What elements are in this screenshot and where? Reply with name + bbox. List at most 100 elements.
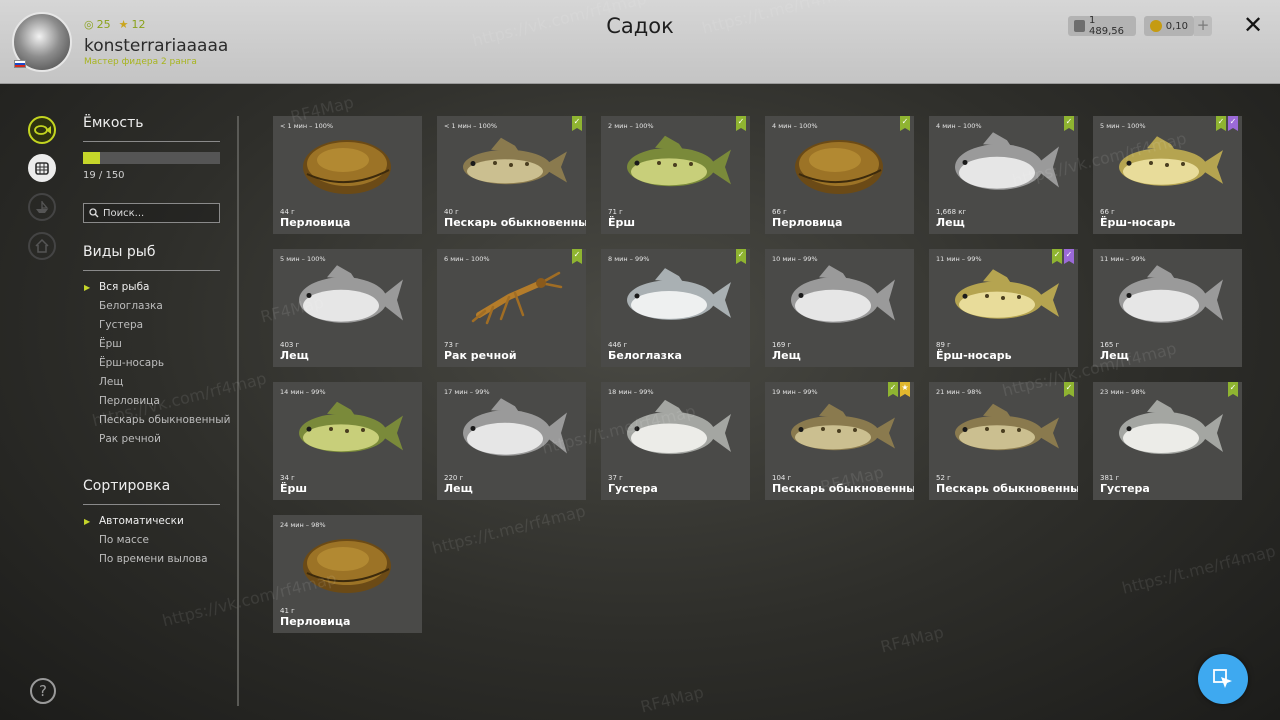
fish-weight: 89 г (936, 341, 951, 349)
species-filter-item[interactable]: Густера (99, 316, 230, 335)
fish-name: Ёрш (280, 482, 308, 495)
fish-image (463, 398, 567, 456)
green-badge-icon: ✓ (888, 382, 898, 397)
fish-card[interactable]: 5 мин – 100% 403 г Лещ (273, 249, 422, 367)
catch-time: 4 мин – 100% (772, 122, 818, 130)
fish-name: Рак речной (444, 349, 517, 362)
fish-name: Ёрш-носарь (1100, 216, 1176, 229)
fish-card[interactable]: 19 мин – 99% ✓ ★ 104 г Пескарь обыкновенный (765, 382, 914, 500)
fish-weight: 73 г (444, 341, 459, 349)
species-filter-item[interactable]: Перловица (99, 392, 230, 411)
fish-name: Лещ (280, 349, 309, 362)
add-gold-button[interactable]: + (1194, 16, 1212, 36)
fish-weight: 66 г (772, 208, 787, 216)
search-placeholder: Поиск... (103, 207, 145, 219)
fish-name: Пескарь обыкновенный (772, 482, 914, 495)
green-badge-icon: ✓ (572, 116, 582, 131)
fish-card[interactable]: 6 мин – 100% ✓ 73 г Рак речной (437, 249, 586, 367)
boat-tab-icon[interactable] (28, 193, 56, 221)
fish-name: Перловица (772, 216, 843, 229)
gold-balance[interactable]: 0,10 (1144, 16, 1194, 36)
fish-image (303, 140, 391, 194)
fish-card[interactable]: 2 мин – 100% ✓ 71 г Ёрш (601, 116, 750, 234)
house-tab-icon[interactable] (28, 232, 56, 260)
fish-weight: 169 г (772, 341, 792, 349)
fish-card[interactable]: 10 мин – 99% 169 г Лещ (765, 249, 914, 367)
keepnet-grid: < 1 мин – 100% 44 г Перловица < 1 мин – 100… (273, 116, 1242, 636)
fish-weight: 71 г (608, 208, 623, 216)
fish-weight: 34 г (280, 474, 295, 482)
sort-option-item[interactable]: По времени вылова (99, 550, 208, 569)
catch-time: 19 мин – 99% (772, 388, 818, 396)
catch-time: 5 мин – 100% (1100, 122, 1146, 130)
fish-image (1119, 136, 1223, 186)
fish-image (627, 268, 731, 320)
fish-card[interactable]: 4 мин – 100% ✓ 66 г Перловица (765, 116, 914, 234)
fish-tab-icon[interactable] (28, 116, 56, 144)
species-filter-item[interactable]: Ёрш (99, 335, 230, 354)
card-badges: ✓ ★ (888, 382, 910, 397)
fish-card[interactable]: 21 мин – 98% ✓ 52 г Пескарь обыкновенный (929, 382, 1078, 500)
catch-time: 14 мин – 99% (280, 388, 326, 396)
card-badges: ✓ (572, 249, 582, 264)
species-filter-item[interactable]: Пескарь обыкновенный (99, 411, 230, 430)
species-filter-item[interactable]: Ёрш-носарь (99, 354, 230, 373)
help-button[interactable]: ? (30, 678, 56, 704)
fish-card[interactable]: 14 мин – 99% 34 г Ёрш (273, 382, 422, 500)
species-filter-item[interactable]: Белоглазка (99, 297, 230, 316)
species-title: Виды рыб (83, 244, 156, 260)
fish-card[interactable]: 8 мин – 99% ✓ 446 г Белоглазка (601, 249, 750, 367)
card-badges: ✓ (1228, 382, 1238, 397)
fish-card[interactable]: 17 мин – 99% 220 г Лещ (437, 382, 586, 500)
fish-image (955, 132, 1059, 190)
sort-option-item[interactable]: Автоматически (84, 512, 208, 531)
fish-card[interactable]: 11 мин – 99% ✓ ✓ 89 г Ёрш-носарь (929, 249, 1078, 367)
cursor-mode-button[interactable] (1198, 654, 1248, 704)
fish-card[interactable]: 18 мин – 99% 37 г Густера (601, 382, 750, 500)
species-filter-item[interactable]: Вся рыба (84, 278, 230, 297)
fish-name: Лещ (936, 216, 965, 229)
search-input[interactable]: Поиск... (83, 203, 220, 223)
fish-card[interactable]: 11 мин – 99% 165 г Лещ (1093, 249, 1242, 367)
fish-weight: 1,668 кг (936, 208, 967, 216)
sorting-title: Сортировка (83, 478, 171, 494)
fish-card[interactable]: 24 мин – 98% 41 г Перловица (273, 515, 422, 633)
fish-card[interactable]: 5 мин – 100% ✓ ✓ 66 г Ёрш-носарь (1093, 116, 1242, 234)
species-filter-item[interactable]: Рак речной (99, 430, 230, 449)
fish-weight: 41 г (280, 607, 295, 615)
green-badge-icon: ✓ (736, 116, 746, 131)
capacity-divider (83, 141, 220, 142)
fish-image (299, 265, 403, 323)
catch-time: 17 мин – 99% (444, 388, 490, 396)
gold-coins-icon (1150, 20, 1162, 32)
fish-name: Ёрш-носарь (936, 349, 1012, 362)
fish-card[interactable]: < 1 мин – 100% ✓ 40 г Пескарь обыкновенный (437, 116, 586, 234)
catch-time: 24 мин – 98% (280, 521, 326, 529)
silver-balance[interactable]: 1 489,56 (1068, 15, 1136, 37)
catch-time: 18 мин – 99% (608, 388, 654, 396)
fish-image (627, 399, 731, 455)
catch-time: 11 мин – 99% (936, 255, 982, 263)
fish-name: Перловица (280, 615, 351, 628)
fish-weight: 52 г (936, 474, 951, 482)
catch-time: 21 мин – 98% (936, 388, 982, 396)
gold-badge-icon: ★ (900, 382, 910, 397)
card-badges: ✓ (572, 116, 582, 131)
fish-name: Лещ (1100, 349, 1129, 362)
close-button[interactable]: ✕ (1240, 12, 1266, 38)
green-badge-icon: ✓ (1216, 116, 1226, 131)
keepnet-tab-icon[interactable] (28, 154, 56, 182)
species-filter-item[interactable]: Лещ (99, 373, 230, 392)
fish-name: Густера (608, 482, 658, 495)
fish-image (627, 135, 731, 187)
fish-card[interactable]: < 1 мин – 100% 44 г Перловица (273, 116, 422, 234)
fish-card[interactable]: 4 мин – 100% ✓ 1,668 кг Лещ (929, 116, 1078, 234)
sort-option-item[interactable]: По массе (99, 531, 208, 550)
card-badges: ✓ (1064, 382, 1074, 397)
catch-time: 8 мин – 99% (608, 255, 650, 263)
fish-card[interactable]: 23 мин – 98% ✓ 381 г Густера (1093, 382, 1242, 500)
fish-name: Лещ (444, 482, 473, 495)
green-badge-icon: ✓ (572, 249, 582, 264)
silver-coins-icon (1074, 20, 1086, 32)
fish-name: Пескарь обыкновенный (444, 216, 586, 229)
